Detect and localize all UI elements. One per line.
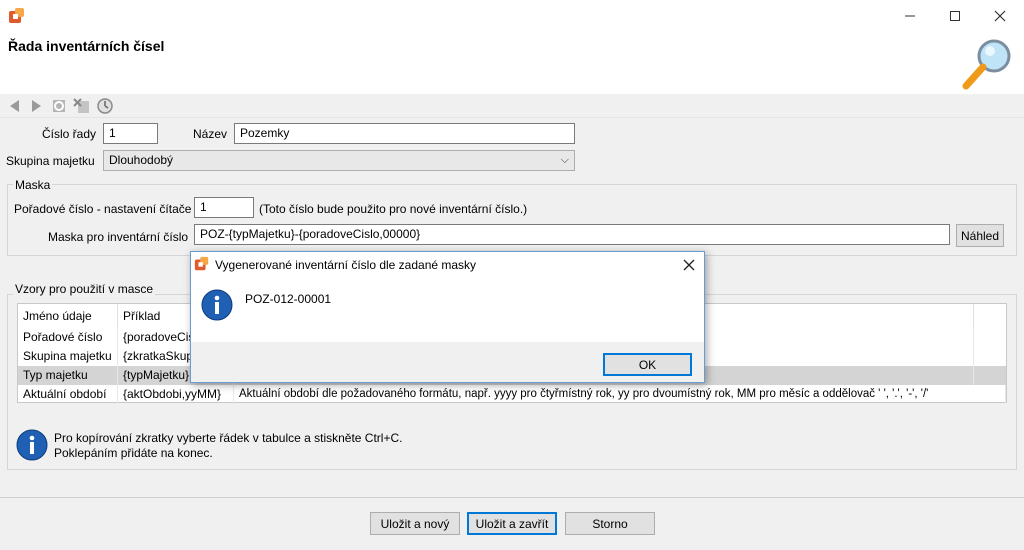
maska-label: Maska pro inventární číslo bbox=[48, 230, 189, 244]
save-close-button[interactable]: Uložit a zavřít bbox=[467, 512, 557, 535]
delete-icon[interactable] bbox=[73, 97, 91, 115]
skupina-label: Skupina majetku bbox=[6, 154, 95, 168]
row-description: Aktuální období dle požadovaného formátu… bbox=[234, 385, 1006, 404]
skupina-select-value: Dlouhodobý bbox=[109, 153, 174, 167]
column-header-name[interactable]: Jméno údaje bbox=[18, 304, 118, 328]
poradove-cislo-label: Pořadové číslo - nastavení čítače bbox=[14, 202, 192, 216]
vzory-group-label: Vzory pro použití v masce bbox=[13, 282, 156, 296]
close-icon[interactable] bbox=[977, 0, 1023, 32]
table-row[interactable]: Aktuální období {aktObdobi,yyMM} Aktuáln… bbox=[18, 385, 1006, 404]
minimize-icon[interactable] bbox=[887, 0, 933, 32]
cislo-rady-label: Číslo řady bbox=[42, 127, 97, 141]
message-dialog-app-icon bbox=[194, 256, 209, 271]
refresh-icon[interactable] bbox=[50, 97, 68, 115]
info-text-line1: Pro kopírování zkratky vyberte řádek v t… bbox=[54, 431, 403, 445]
chevron-down-icon: ⌵ bbox=[560, 154, 569, 166]
history-icon[interactable] bbox=[96, 97, 114, 115]
row-name: Aktuální období bbox=[18, 385, 118, 404]
info-icon bbox=[201, 289, 233, 321]
page-title: Řada inventárních čísel bbox=[8, 38, 165, 54]
maska-group bbox=[7, 184, 1017, 256]
magnifier-icon bbox=[962, 39, 1011, 90]
row-name: Pořadové číslo bbox=[18, 328, 118, 347]
info-icon bbox=[16, 429, 48, 461]
poradove-cislo-field[interactable]: 1 bbox=[194, 197, 254, 218]
divider bbox=[0, 497, 1024, 498]
nahled-button[interactable]: Náhled bbox=[956, 224, 1004, 247]
app-logo-icon bbox=[9, 8, 24, 23]
message-text: POZ-012-00001 bbox=[245, 292, 332, 306]
title-bar bbox=[0, 0, 1024, 32]
row-name: Typ majetku bbox=[18, 366, 118, 385]
ok-button[interactable]: OK bbox=[603, 353, 692, 376]
skupina-select[interactable]: Dlouhodobý ⌵ bbox=[103, 150, 575, 171]
save-new-button[interactable]: Uložit a nový bbox=[370, 512, 460, 535]
maska-group-label: Maska bbox=[13, 178, 53, 192]
row-name: Skupina majetku bbox=[18, 347, 118, 366]
nazev-field[interactable]: Pozemky bbox=[234, 123, 575, 144]
poradove-cislo-note: (Toto číslo bude použito pro nové invent… bbox=[259, 202, 528, 216]
row-example: {aktObdobi,yyMM} bbox=[118, 385, 234, 404]
cancel-button[interactable]: Storno bbox=[565, 512, 655, 535]
cislo-rady-field[interactable]: 1 bbox=[103, 123, 158, 144]
forward-arrow-icon[interactable] bbox=[27, 97, 45, 115]
back-arrow-icon[interactable] bbox=[6, 97, 24, 115]
maximize-icon[interactable] bbox=[932, 0, 978, 32]
dialog-close-icon[interactable] bbox=[676, 253, 702, 277]
maska-field[interactable]: POZ-{typMajetku}-{poradoveCislo,00000} bbox=[194, 224, 950, 245]
message-dialog-title: Vygenerované inventární číslo dle zadané… bbox=[215, 258, 477, 272]
nazev-label: Název bbox=[193, 127, 228, 141]
info-text-line2: Poklepáním přidáte na konec. bbox=[54, 446, 213, 460]
toolbar bbox=[0, 94, 1024, 118]
